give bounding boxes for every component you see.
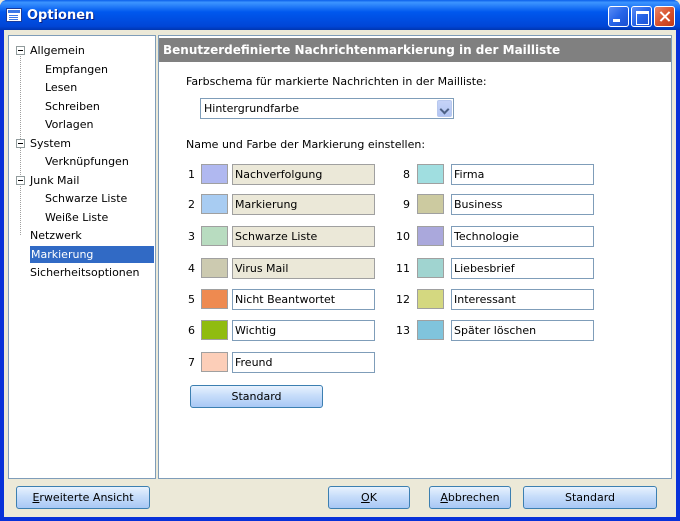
mark-name-field: Schwarze Liste: [232, 226, 375, 247]
app-window-icon: [6, 8, 22, 22]
ok-button[interactable]: OK: [328, 486, 410, 509]
mark-color-swatch[interactable]: [201, 226, 228, 246]
tree-item-markierung[interactable]: Markierung: [30, 245, 154, 263]
mark-color-swatch[interactable]: [417, 226, 444, 246]
advanced-view-button[interactable]: Erweiterte Ansicht: [16, 486, 150, 509]
mark-number: 4: [188, 262, 195, 275]
mark-number: 10: [396, 230, 410, 243]
tree-item-system[interactable]: System: [30, 135, 71, 152]
tree-item-label: Junk Mail: [30, 173, 80, 187]
mark-name-field[interactable]: Technologie: [451, 226, 594, 247]
panel-standard-button[interactable]: Standard: [190, 385, 323, 408]
tree-item-netzwerk[interactable]: Netzwerk: [30, 227, 82, 244]
mark-color-swatch[interactable]: [201, 352, 228, 372]
mark-name-field[interactable]: Firma: [451, 164, 594, 185]
mark-name-field[interactable]: Wichtig: [232, 320, 375, 341]
options-tree: Allgemein Empfangen Lesen Schreiben Vorlagen…: [8, 35, 156, 479]
tree-item-label: Schwarze Liste: [45, 192, 128, 205]
collapse-icon[interactable]: [16, 138, 25, 148]
mark-name-field[interactable]: Liebesbrief: [451, 258, 594, 279]
marking-panel: Benutzerdefinierte Nachrichtenmarkierung…: [158, 35, 672, 479]
mark-color-swatch[interactable]: [201, 194, 228, 214]
mark-number: 2: [188, 198, 195, 211]
mark-color-swatch[interactable]: [417, 320, 444, 340]
mark-color-swatch[interactable]: [417, 289, 444, 309]
tree-item-label: Allgemein: [30, 44, 85, 57]
tree-item-schwarze-liste[interactable]: Schwarze Liste: [45, 190, 127, 207]
tree-item-weiße-liste[interactable]: Weiße Liste: [45, 209, 108, 226]
scheme-label: Farbschema für markierte Nachrichten in …: [186, 75, 487, 88]
mark-color-swatch[interactable]: [417, 164, 444, 184]
panel-header: Benutzerdefinierte Nachrichtenmarkierung…: [159, 38, 671, 62]
mark-color-swatch[interactable]: [201, 258, 228, 278]
tree-item-allgemein[interactable]: Allgemein: [30, 42, 85, 59]
tree-item-sicherheitsoptionen[interactable]: Sicherheitsoptionen: [30, 264, 140, 281]
collapse-icon[interactable]: [16, 46, 25, 55]
mark-number: 11: [396, 262, 410, 275]
tree-item-junk-mail[interactable]: Junk Mail: [30, 172, 79, 189]
tree-item-label: Sicherheitsoptionen: [30, 266, 140, 279]
close-button[interactable]: [654, 6, 675, 27]
tree-item-empfangen[interactable]: Empfangen: [45, 61, 108, 78]
mark-number: 13: [396, 324, 410, 337]
tree-item-lesen[interactable]: Lesen: [45, 79, 77, 96]
tree-item-label: Markierung: [31, 247, 94, 261]
mark-name-field[interactable]: Freund: [232, 352, 375, 373]
minimize-button[interactable]: [608, 6, 629, 27]
mark-name-field[interactable]: Später löschen: [451, 320, 594, 341]
mark-number: 3: [188, 230, 195, 243]
mark-number: 7: [188, 356, 195, 369]
collapse-icon[interactable]: [16, 175, 25, 185]
tree-item-schreiben[interactable]: Schreiben: [45, 98, 100, 115]
mark-name-field[interactable]: Interessant: [451, 289, 594, 310]
title-bar[interactable]: Optionen: [0, 0, 680, 30]
cancel-button[interactable]: Abbrechen: [429, 486, 511, 509]
tree-item-label: Lesen: [45, 81, 78, 94]
mark-color-swatch[interactable]: [201, 320, 228, 340]
tree-item-label: Netzwerk: [30, 229, 82, 242]
tree-item-label: Weiße Liste: [45, 210, 109, 224]
window-title: Optionen: [27, 8, 95, 23]
mark-name-field[interactable]: Business: [451, 194, 594, 215]
options-window: Optionen Allgemein Empfangen Lesen Schreibe…: [0, 0, 680, 521]
mark-name-field[interactable]: Nicht Beantwortet: [232, 289, 375, 310]
window-client: Allgemein Empfangen Lesen Schreiben Vorlagen…: [4, 30, 676, 517]
color-scheme-value: Hintergrundfarbe: [204, 102, 300, 115]
mark-number: 8: [403, 168, 410, 181]
mark-number: 1: [188, 168, 195, 181]
tree-item-verknüpfungen[interactable]: Verknüpfungen: [45, 153, 129, 170]
mark-name-field: Markierung: [232, 194, 375, 215]
tree-item-label: Schreiben: [45, 99, 100, 113]
tree-item-label: Empfangen: [45, 62, 108, 76]
mark-color-swatch[interactable]: [201, 289, 228, 309]
mark-name-field: Virus Mail: [232, 258, 375, 279]
mark-color-swatch[interactable]: [417, 194, 444, 214]
marks-label: Name und Farbe der Markierung einstellen…: [186, 138, 426, 151]
tree-item-vorlagen[interactable]: Vorlagen: [45, 116, 93, 133]
mark-number: 9: [403, 198, 410, 211]
mark-color-swatch[interactable]: [201, 164, 228, 184]
maximize-button[interactable]: [631, 6, 652, 27]
tree-item-label: System: [30, 136, 72, 150]
mark-number: 5: [188, 293, 195, 306]
tree-item-label: Verknüpfungen: [45, 155, 129, 168]
mark-number: 12: [396, 293, 410, 306]
tree-item-label: Vorlagen: [45, 118, 94, 131]
mark-name-field: Nachverfolgung: [232, 164, 375, 185]
mark-color-swatch[interactable]: [417, 258, 444, 278]
mark-number: 6: [188, 324, 195, 337]
chevron-down-icon[interactable]: [437, 100, 452, 117]
color-scheme-dropdown[interactable]: Hintergrundfarbe: [200, 98, 454, 119]
standard-button[interactable]: Standard: [523, 486, 657, 509]
